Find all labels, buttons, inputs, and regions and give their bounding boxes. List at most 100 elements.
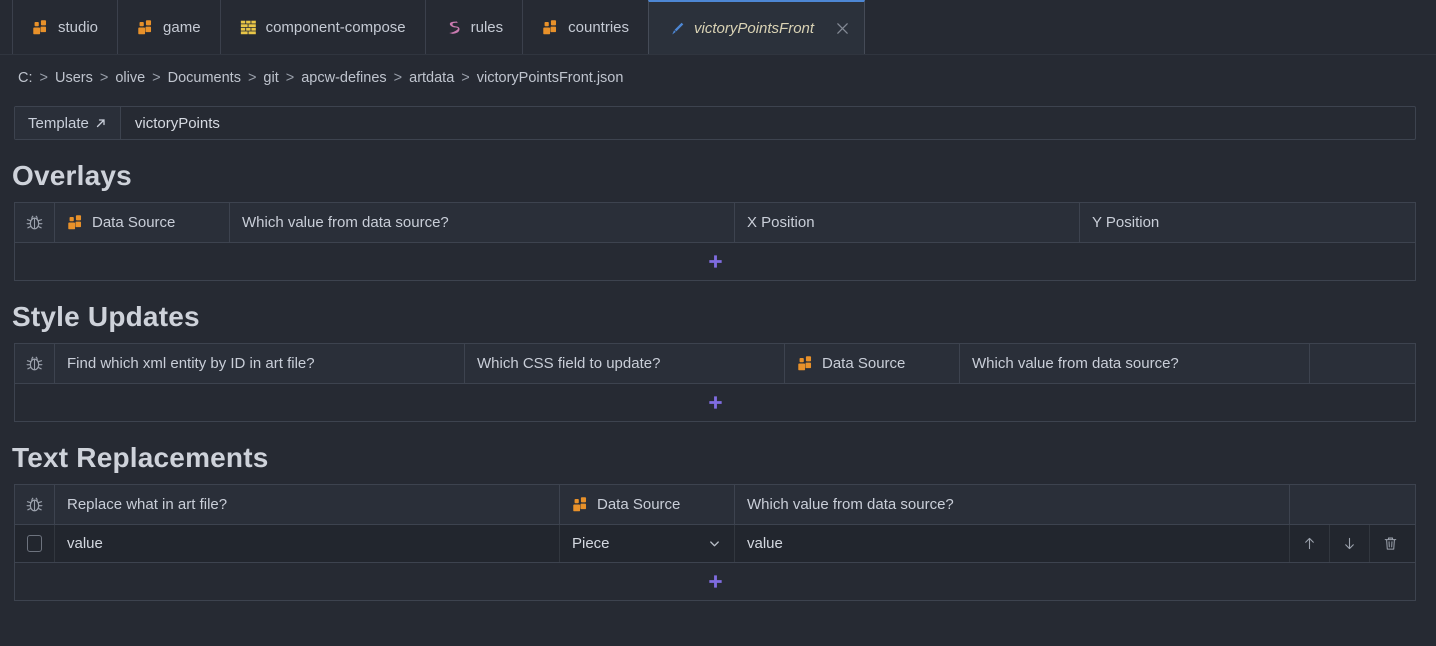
breadcrumb-separator: > (393, 69, 403, 86)
breadcrumb-item[interactable]: olive (115, 70, 145, 86)
row-checkbox-cell (15, 525, 55, 562)
cluster-icon (67, 214, 84, 231)
breadcrumb-item[interactable]: apcw-defines (301, 70, 386, 86)
plus-icon (706, 572, 725, 591)
data-source-select[interactable]: Piece (572, 535, 722, 552)
plus-icon (706, 393, 725, 412)
column-header: X Position (735, 203, 1080, 242)
sections-container: Overlays Data Source Which value from data… (0, 160, 1436, 601)
template-value[interactable]: victoryPoints (121, 107, 1415, 139)
column-header: Data Source (560, 485, 735, 524)
column-header-label: Which value from data source? (747, 496, 954, 513)
tab-label: countries (568, 18, 630, 36)
tab-component-compose[interactable]: component-compose (219, 0, 426, 54)
bug-icon[interactable] (15, 485, 55, 524)
table-header: Data Source Which value from data source?… (15, 203, 1415, 243)
breadcrumb: C: > Users > olive > Documents > git > apcw-define… (0, 54, 1436, 100)
breadcrumb-item[interactable]: artdata (409, 70, 454, 86)
section-title-text-replacements: Text Replacements (12, 442, 269, 473)
add-row-button-style-updates[interactable] (15, 384, 1415, 421)
cluster-icon (32, 19, 49, 36)
tab-game[interactable]: game (117, 0, 221, 54)
section-title-overlays: Overlays (12, 160, 132, 191)
arrow-up-icon (1301, 535, 1318, 552)
column-header-label: Y Position (1092, 214, 1160, 231)
template-button-label: Template (28, 114, 89, 132)
column-header: Y Position (1080, 203, 1415, 242)
column-header-label: Data Source (822, 355, 906, 372)
column-header-label: Which CSS field to update? (477, 355, 661, 372)
table-overlays: Data Source Which value from data source?… (14, 202, 1416, 281)
arrow-up-button[interactable] (1290, 525, 1330, 562)
breadcrumb-separator: > (99, 69, 109, 86)
column-header: Which value from data source? (230, 203, 735, 242)
breadcrumb-item[interactable]: git (263, 70, 278, 86)
column-header-label: Find which xml entity by ID in art file? (67, 355, 315, 372)
bug-icon[interactable] (15, 344, 55, 383)
column-header-label: Replace what in art file? (67, 496, 228, 513)
arrow-down-icon (1341, 535, 1358, 552)
tab-victorypointsfront[interactable]: victoryPointsFront (648, 0, 866, 54)
data-source-value: Piece (572, 535, 610, 552)
chevron-down-icon (707, 536, 722, 551)
cell-replace-what[interactable]: value (55, 525, 560, 562)
table-text-replacements: Replace what in art file? Data Source Whic… (14, 484, 1416, 601)
tab-studio[interactable]: studio (12, 0, 119, 54)
column-header: Which value from data source? (735, 485, 1290, 524)
column-header-label: Data Source (92, 214, 176, 231)
column-header: Replace what in art file? (55, 485, 560, 524)
column-header-label: X Position (747, 214, 815, 231)
column-header (1310, 344, 1415, 383)
row-checkbox[interactable] (27, 535, 42, 552)
tab-label: studio (58, 18, 99, 36)
tab-label: game (163, 18, 201, 36)
breadcrumb-separator: > (285, 69, 295, 86)
tab-rules[interactable]: rules (424, 0, 524, 54)
tab-label: rules (470, 18, 504, 36)
column-header-label: Data Source (597, 496, 681, 513)
cluster-icon (542, 19, 559, 36)
tab-label: victoryPointsFront (694, 19, 815, 37)
table-header: Replace what in art file? Data Source Whic… (15, 485, 1415, 525)
cell-which-value-text: value (747, 535, 783, 552)
plus-icon (706, 252, 725, 271)
breadcrumb-item[interactable]: Users (55, 70, 93, 86)
cell-data-source[interactable]: Piece (560, 525, 735, 562)
column-header: Which CSS field to update? (465, 344, 785, 383)
cell-which-value[interactable]: value (735, 525, 1290, 562)
column-header (1290, 485, 1411, 524)
tab-countries[interactable]: countries (522, 0, 650, 54)
column-header: Data Source (785, 344, 960, 383)
close-icon[interactable] (834, 20, 851, 37)
breadcrumb-separator: > (247, 69, 257, 86)
arrow-down-button[interactable] (1330, 525, 1370, 562)
bug-icon[interactable] (15, 203, 55, 242)
breadcrumb-separator: > (461, 69, 470, 86)
trash-icon (1382, 535, 1399, 552)
cell-replace-what-text: value (67, 535, 103, 552)
table-header: Find which xml entity by ID in art file?… (15, 344, 1415, 384)
column-header: Data Source (55, 203, 230, 242)
breadcrumb-separator: > (39, 69, 48, 86)
add-row-button-overlays[interactable] (15, 243, 1415, 280)
table-style-updates: Find which xml entity by ID in art file?… (14, 343, 1416, 422)
s-curve-icon (445, 19, 462, 36)
breadcrumb-item[interactable]: Documents (168, 70, 241, 86)
table-row[interactable]: value Piece value (15, 525, 1415, 563)
section-title-style-updates: Style Updates (12, 301, 200, 332)
breadcrumb-item[interactable]: C: (18, 70, 33, 86)
breadcrumb-separator: > (152, 69, 161, 86)
cluster-icon (797, 355, 814, 372)
cluster-icon (572, 496, 589, 513)
breadcrumb-item[interactable]: victoryPointsFront.json (477, 70, 624, 86)
column-header: Find which xml entity by ID in art file? (55, 344, 465, 383)
column-header-label: Which value from data source? (242, 214, 449, 231)
brick-grid-icon (240, 19, 257, 36)
paintbrush-icon (668, 20, 685, 37)
tab-label: component-compose (265, 18, 406, 36)
template-button[interactable]: Template (15, 107, 121, 139)
add-row-button-text-replacements[interactable] (15, 563, 1415, 600)
trash-button[interactable] (1370, 525, 1410, 562)
tab-bar: studio game component-compose rules countrie… (0, 0, 1436, 54)
column-header-label: Which value from data source? (972, 355, 1179, 372)
